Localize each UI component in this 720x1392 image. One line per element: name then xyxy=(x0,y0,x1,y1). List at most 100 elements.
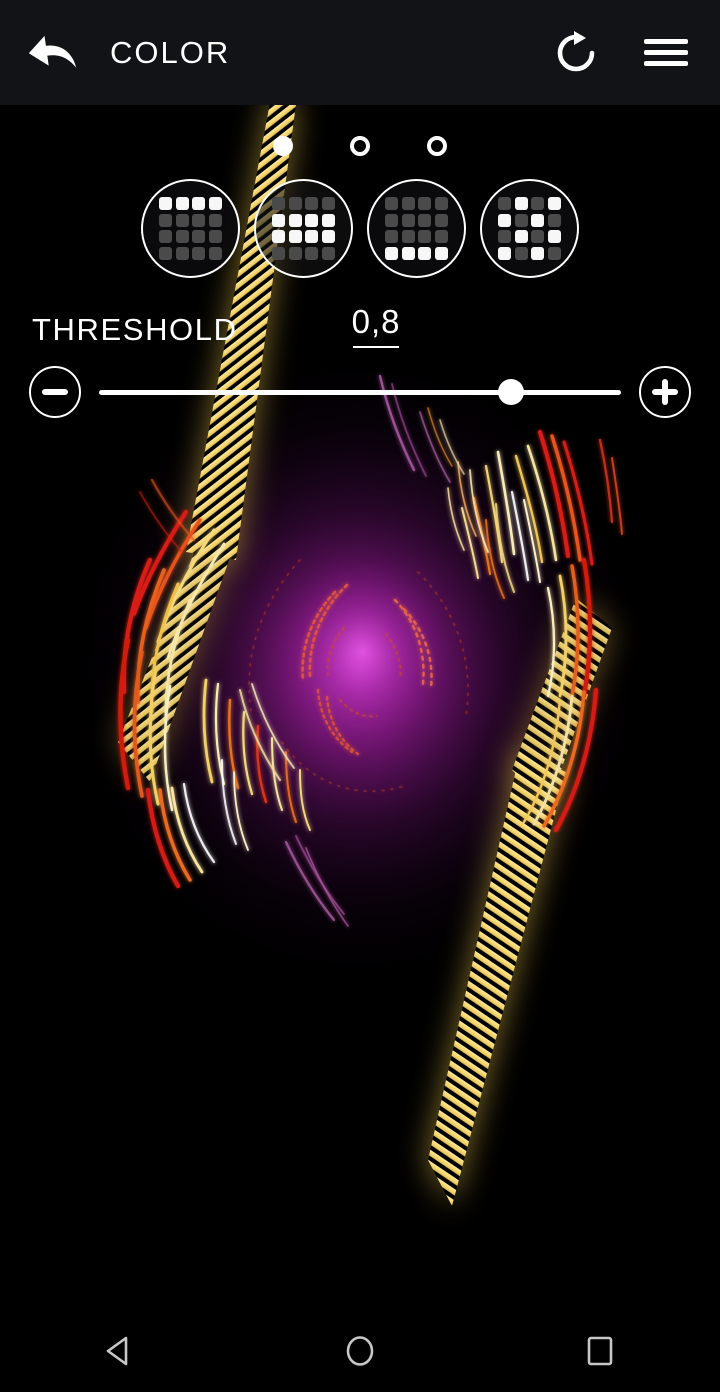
slider-track xyxy=(99,389,621,395)
menu-line-2 xyxy=(644,50,688,55)
threshold-value: 0,8 xyxy=(351,303,401,340)
grid-cell xyxy=(305,230,319,244)
threshold-increase-button[interactable] xyxy=(639,366,691,418)
grid-cell xyxy=(272,230,286,244)
grid-cell xyxy=(498,213,512,227)
grid-cell xyxy=(272,246,286,260)
menu-icon-lines xyxy=(644,33,688,72)
grid-cell xyxy=(175,246,189,260)
app-bar: COLOR xyxy=(0,0,720,105)
page-title: COLOR xyxy=(110,34,231,70)
grid-cell xyxy=(159,246,173,260)
grid-cell xyxy=(498,230,512,244)
grid-cell xyxy=(208,197,222,211)
menu-line-3 xyxy=(644,61,688,66)
grid-cell xyxy=(288,246,302,260)
page-dot-3[interactable] xyxy=(427,136,447,156)
grid-cell xyxy=(305,213,319,227)
grid-cell xyxy=(192,213,206,227)
app-bar-left-group: COLOR xyxy=(0,17,230,89)
grid-cell xyxy=(175,230,189,244)
pattern-option-top-row[interactable] xyxy=(141,179,240,278)
grid-cell xyxy=(418,213,432,227)
grid-cell xyxy=(434,213,448,227)
page-dot-2[interactable] xyxy=(350,136,370,156)
grid-cell xyxy=(434,197,448,211)
grid-cell xyxy=(498,246,512,260)
grid-cell xyxy=(175,213,189,227)
nav-back-triangle-icon[interactable] xyxy=(72,1310,168,1392)
grid-cell xyxy=(514,246,528,260)
grid-cell xyxy=(192,230,206,244)
color-screen: COLOR THRESHOLD 0,8 xyxy=(0,0,720,1392)
nav-back-glyph xyxy=(106,1336,128,1366)
menu-line-1 xyxy=(644,39,688,44)
pattern-selector xyxy=(0,179,720,278)
nav-recents-glyph xyxy=(587,1336,613,1366)
grid-cell xyxy=(418,230,432,244)
grid-cell xyxy=(192,246,206,260)
undo-arrow-glyph xyxy=(28,35,77,68)
refresh-glyph xyxy=(557,30,595,71)
grid-cell xyxy=(305,246,319,260)
grid-cell xyxy=(514,213,528,227)
grid-cell xyxy=(208,230,222,244)
grid-cell xyxy=(288,197,302,211)
nav-home-circle-icon[interactable] xyxy=(312,1310,408,1392)
grid-cell xyxy=(547,213,561,227)
grid-cell xyxy=(514,197,528,211)
grid-cell xyxy=(547,197,561,211)
grid-cell xyxy=(531,197,545,211)
controls-overlay: THRESHOLD 0,8 xyxy=(0,105,720,418)
grid-cell xyxy=(498,197,512,211)
grid-cell xyxy=(159,230,173,244)
grid-cell xyxy=(401,213,415,227)
android-navigation-bar xyxy=(0,1310,720,1392)
pattern-option-checkerboard[interactable] xyxy=(480,179,579,278)
grid-cell xyxy=(159,197,173,211)
grid-cell xyxy=(175,197,189,211)
grid-cell xyxy=(272,213,286,227)
undo-arrow-icon[interactable] xyxy=(16,17,88,89)
grid-cell xyxy=(531,246,545,260)
pattern-grid-4 xyxy=(498,197,561,260)
page-dot-1[interactable] xyxy=(273,136,293,156)
grid-cell xyxy=(321,246,335,260)
grid-cell xyxy=(288,213,302,227)
grid-cell xyxy=(288,230,302,244)
hamburger-menu-icon[interactable] xyxy=(634,21,698,85)
threshold-slider[interactable] xyxy=(99,366,621,418)
threshold-slider-row xyxy=(0,366,720,418)
grid-cell xyxy=(434,230,448,244)
grid-cell xyxy=(208,246,222,260)
grid-cell xyxy=(531,230,545,244)
pattern-grid-2 xyxy=(272,197,335,260)
grid-cell xyxy=(401,230,415,244)
threshold-label: THRESHOLD xyxy=(32,312,238,347)
pattern-option-bottom-row[interactable] xyxy=(367,179,466,278)
threshold-value-underline xyxy=(353,346,400,348)
grid-cell xyxy=(514,230,528,244)
grid-cell xyxy=(418,246,432,260)
pattern-option-middle-rows[interactable] xyxy=(254,179,353,278)
slider-thumb[interactable] xyxy=(498,379,525,405)
pattern-grid-1 xyxy=(159,197,222,260)
grid-cell xyxy=(192,197,206,211)
grid-cell xyxy=(385,213,399,227)
threshold-decrease-button[interactable] xyxy=(29,366,81,418)
grid-cell xyxy=(321,230,335,244)
grid-cell xyxy=(321,197,335,211)
grid-cell xyxy=(547,230,561,244)
grid-cell xyxy=(418,197,432,211)
nav-recents-square-icon[interactable] xyxy=(552,1310,648,1392)
grid-cell xyxy=(385,230,399,244)
redo-refresh-icon[interactable] xyxy=(544,21,608,85)
threshold-value-group[interactable]: 0,8 xyxy=(352,304,401,348)
threshold-header: THRESHOLD 0,8 xyxy=(0,304,720,348)
grid-cell xyxy=(208,213,222,227)
page-indicator xyxy=(0,136,720,156)
grid-cell xyxy=(272,197,286,211)
grid-cell xyxy=(401,197,415,211)
grid-cell xyxy=(159,213,173,227)
grid-cell xyxy=(305,197,319,211)
